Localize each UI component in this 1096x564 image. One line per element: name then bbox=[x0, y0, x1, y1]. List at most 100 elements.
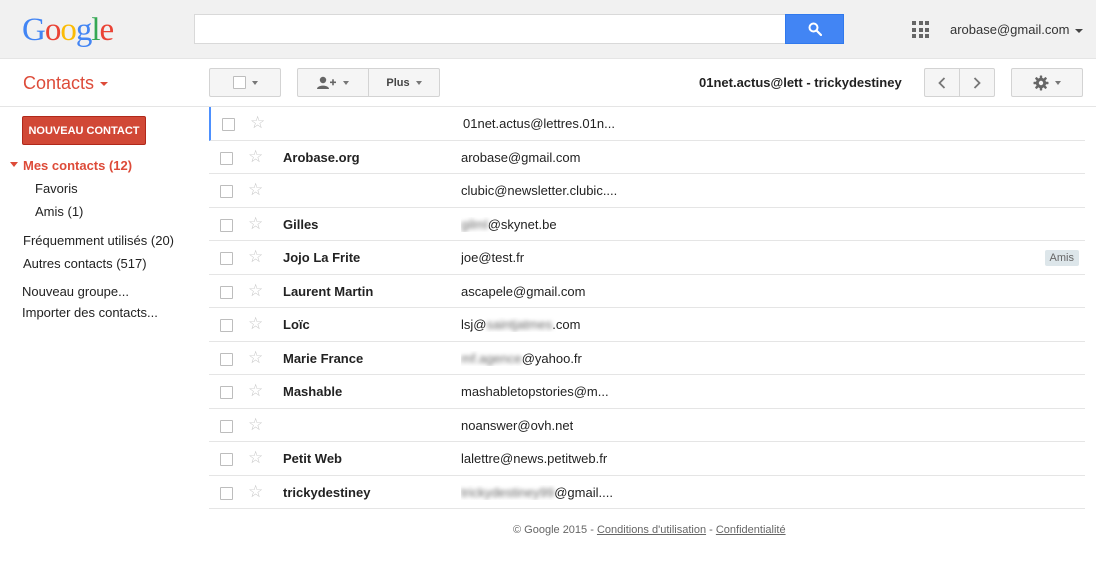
table-row[interactable]: ☆ Arobase.org arobase@gmail.com bbox=[209, 141, 1085, 174]
sidebar-item-favorites[interactable]: Favoris bbox=[35, 181, 78, 196]
google-logo[interactable]: Google bbox=[22, 12, 115, 48]
privacy-link[interactable]: Confidentialité bbox=[716, 524, 786, 536]
contact-email: lalettre@news.petitweb.fr bbox=[461, 451, 607, 466]
contact-email: lsj@saintjatmes.com bbox=[461, 317, 580, 332]
table-row[interactable]: ☆ Jojo La Frite joe@test.fr Amis bbox=[209, 241, 1085, 275]
star-icon[interactable]: ☆ bbox=[248, 415, 263, 435]
table-row[interactable]: ☆ Gilles gilml@skynet.be bbox=[209, 208, 1085, 241]
logo-letter: G bbox=[22, 12, 46, 48]
email-redacted: mf.agence bbox=[461, 350, 522, 366]
select-menu-button[interactable] bbox=[209, 68, 281, 97]
table-row[interactable]: ☆ Marie France mf.agence@yahoo.fr bbox=[209, 342, 1085, 375]
contact-email: clubic@newsletter.clubic.... bbox=[461, 183, 617, 198]
email-visible: lalettre@news.petitweb.fr bbox=[461, 451, 608, 466]
table-row[interactable]: ☆ 01net.actus@lettres.01n... bbox=[209, 107, 1085, 141]
add-to-group-button[interactable] bbox=[297, 68, 369, 97]
logo-letter: g bbox=[75, 12, 92, 48]
email-visible: arobase@gmail.com bbox=[461, 149, 581, 165]
more-button[interactable]: Plus bbox=[368, 68, 440, 97]
star-icon[interactable]: ☆ bbox=[248, 482, 263, 502]
email-suffix: @yahoo.fr bbox=[521, 350, 582, 366]
next-button[interactable] bbox=[959, 68, 995, 97]
group-tag[interactable]: Amis bbox=[1044, 250, 1079, 266]
star-icon[interactable]: ☆ bbox=[248, 147, 263, 167]
account-menu[interactable]: arobase@gmail.com bbox=[950, 22, 1084, 37]
star-icon[interactable]: ☆ bbox=[248, 247, 263, 267]
email-visible: joe@test.fr bbox=[461, 250, 525, 265]
logo-letter: o bbox=[44, 12, 61, 48]
row-checkbox[interactable] bbox=[220, 218, 233, 232]
app-switcher[interactable]: Contacts bbox=[23, 73, 109, 94]
new-contact-button[interactable]: NOUVEAU CONTACT bbox=[22, 116, 146, 145]
contact-name: Loïc bbox=[283, 317, 310, 332]
chevron-down-icon bbox=[100, 82, 109, 87]
row-checkbox[interactable] bbox=[220, 419, 233, 433]
contact-name: Arobase.org bbox=[283, 149, 360, 165]
sidebar-item-frequent[interactable]: Fréquemment utilisés (20) bbox=[23, 233, 174, 248]
star-icon[interactable]: ☆ bbox=[248, 281, 263, 301]
settings-button[interactable] bbox=[1011, 68, 1083, 97]
contact-name: Gilles bbox=[283, 216, 319, 232]
table-row[interactable]: ☆ clubic@newsletter.clubic.... bbox=[209, 174, 1085, 208]
star-icon[interactable]: ☆ bbox=[250, 113, 265, 133]
row-checkbox[interactable] bbox=[220, 453, 233, 466]
contact-email: mashabletopstories@m... bbox=[461, 384, 609, 399]
search-button[interactable] bbox=[785, 14, 844, 44]
app-title: Contacts bbox=[23, 73, 95, 93]
row-checkbox[interactable] bbox=[220, 486, 233, 500]
table-row[interactable]: ☆ Petit Web lalettre@news.petitweb.fr bbox=[209, 442, 1085, 476]
chevron-left-icon bbox=[938, 76, 946, 89]
email-visible: 01net.actus@lettres.01n... bbox=[463, 116, 615, 131]
star-icon[interactable]: ☆ bbox=[248, 381, 263, 401]
email-visible: clubic@newsletter.clubic.... bbox=[461, 183, 618, 198]
star-icon[interactable]: ☆ bbox=[248, 314, 263, 334]
email-suffix: .com bbox=[552, 317, 581, 332]
row-checkbox[interactable] bbox=[220, 252, 233, 265]
logo-letter: o bbox=[60, 12, 76, 48]
previous-button[interactable] bbox=[924, 68, 960, 97]
import-contacts-link[interactable]: Importer des contacts... bbox=[22, 305, 158, 320]
contact-email: trickydestiney99@gmail.... bbox=[461, 485, 613, 500]
row-checkbox[interactable] bbox=[220, 352, 233, 366]
table-row[interactable]: ☆ noanswer@ovh.net bbox=[209, 409, 1085, 442]
row-checkbox[interactable] bbox=[222, 118, 235, 131]
selection-breadcrumb: 01net.actus@lett - trickydestiney bbox=[699, 75, 902, 90]
contact-email: ascapele@gmail.com bbox=[461, 284, 585, 299]
table-row[interactable]: ☆ trickydestiney trickydestiney99@gmail...… bbox=[209, 476, 1085, 509]
sidebar-item-friends[interactable]: Amis (1) bbox=[35, 204, 83, 219]
sidebar-item-other[interactable]: Autres contacts (517) bbox=[23, 256, 147, 271]
table-row[interactable]: ☆ Loïc lsj@saintjatmes.com bbox=[209, 308, 1085, 342]
row-checkbox[interactable] bbox=[220, 285, 233, 299]
contact-email: mf.agence@yahoo.fr bbox=[461, 351, 582, 366]
email-suffix: @gmail.... bbox=[554, 484, 613, 500]
sidebar-item-my-contacts[interactable]: Mes contacts (12) bbox=[23, 158, 132, 173]
email-visible: lsj@ bbox=[461, 317, 487, 332]
more-label: Plus bbox=[386, 76, 410, 89]
new-group-link[interactable]: Nouveau groupe... bbox=[22, 284, 129, 299]
chevron-down-icon bbox=[343, 80, 349, 85]
row-checkbox[interactable] bbox=[220, 151, 233, 165]
contact-email: joe@test.fr bbox=[461, 250, 524, 265]
row-checkbox[interactable] bbox=[220, 185, 233, 198]
apps-grid-icon[interactable] bbox=[912, 21, 929, 38]
row-checkbox[interactable] bbox=[220, 386, 233, 399]
email-suffix: @skynet.be bbox=[487, 216, 557, 232]
contact-list: ☆ 01net.actus@lettres.01n... ☆ Arobase.org a… bbox=[209, 107, 1085, 509]
star-icon[interactable]: ☆ bbox=[248, 214, 263, 234]
table-row[interactable]: ☆ Mashable mashabletopstories@m... bbox=[209, 375, 1085, 409]
row-checkbox[interactable] bbox=[220, 319, 233, 332]
select-all-checkbox[interactable] bbox=[232, 76, 246, 89]
chevron-right-icon bbox=[973, 76, 981, 89]
add-person-icon bbox=[317, 76, 336, 89]
star-icon[interactable]: ☆ bbox=[248, 448, 263, 468]
logo-letter: e bbox=[99, 12, 115, 48]
contact-name: Mashable bbox=[283, 384, 343, 399]
chevron-down-icon bbox=[1075, 28, 1084, 33]
star-icon[interactable]: ☆ bbox=[248, 180, 263, 200]
expand-triangle-icon[interactable] bbox=[10, 162, 18, 167]
chevron-down-icon bbox=[415, 80, 422, 85]
terms-link[interactable]: Conditions d'utilisation bbox=[597, 524, 706, 536]
search-input[interactable] bbox=[194, 14, 785, 44]
table-row[interactable]: ☆ Laurent Martin ascapele@gmail.com bbox=[209, 275, 1085, 308]
star-icon[interactable]: ☆ bbox=[248, 348, 263, 368]
